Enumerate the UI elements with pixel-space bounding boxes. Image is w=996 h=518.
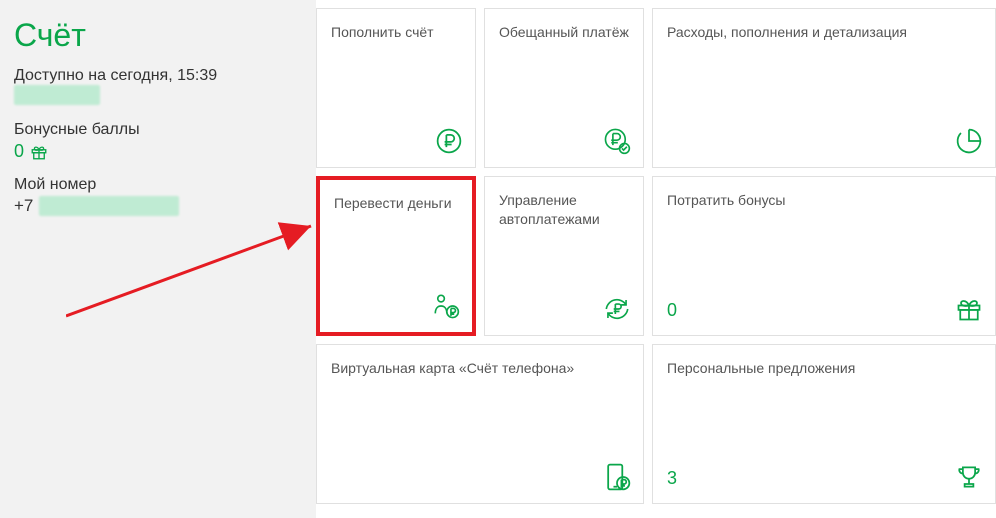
- card-virtual-card[interactable]: Виртуальная карта «Счёт телефона»: [316, 344, 644, 504]
- card-expenses-detail[interactable]: Расходы, пополнения и детализация: [652, 8, 996, 168]
- card-title: Расходы, пополнения и детализация: [667, 23, 981, 42]
- trophy-icon: [955, 463, 983, 491]
- card-title: Управление автоплатежами: [499, 191, 629, 229]
- account-sidebar: Счёт Доступно на сегодня, 15:39 Бонусные…: [0, 0, 316, 518]
- page-title: Счёт: [14, 18, 302, 53]
- ruble-icon: [435, 127, 463, 155]
- gift-icon: [955, 295, 983, 323]
- action-grid: Пополнить счёт Обещанный платёж Расходы,…: [316, 8, 988, 504]
- card-title: Персональные предложения: [667, 359, 981, 378]
- person-ruble-icon: [432, 292, 460, 320]
- card-title: Пополнить счёт: [331, 23, 461, 42]
- card-autopay-manage[interactable]: Управление автоплатежами: [484, 176, 644, 336]
- card-spend-bonuses[interactable]: Потратить бонусы 0: [652, 176, 996, 336]
- available-label: Доступно на сегодня, 15:39: [14, 67, 302, 85]
- gift-icon: [30, 143, 48, 161]
- card-value: 3: [667, 468, 677, 489]
- card-title: Перевести деньги: [334, 194, 458, 213]
- card-transfer-money[interactable]: Перевести деньги: [316, 176, 476, 336]
- card-value: 0: [667, 300, 677, 321]
- card-title: Потратить бонусы: [667, 191, 981, 210]
- pie-chart-icon: [955, 127, 983, 155]
- ruble-check-icon: [603, 127, 631, 155]
- card-personal-offers[interactable]: Персональные предложения 3: [652, 344, 996, 504]
- ruble-refresh-icon: [603, 295, 631, 323]
- bonus-label: Бонусные баллы: [14, 121, 302, 139]
- my-number-label: Мой номер: [14, 176, 302, 194]
- balance-value-redacted: [14, 85, 100, 105]
- card-title: Обещанный платёж: [499, 23, 629, 42]
- card-topup[interactable]: Пополнить счёт: [316, 8, 476, 168]
- bonus-value: 0: [14, 141, 24, 162]
- card-promised-payment[interactable]: Обещанный платёж: [484, 8, 644, 168]
- my-number-prefix: +7: [14, 196, 33, 216]
- phone-number-redacted: [39, 196, 179, 216]
- phone-ruble-icon: [603, 463, 631, 491]
- card-title: Виртуальная карта «Счёт телефона»: [331, 359, 629, 378]
